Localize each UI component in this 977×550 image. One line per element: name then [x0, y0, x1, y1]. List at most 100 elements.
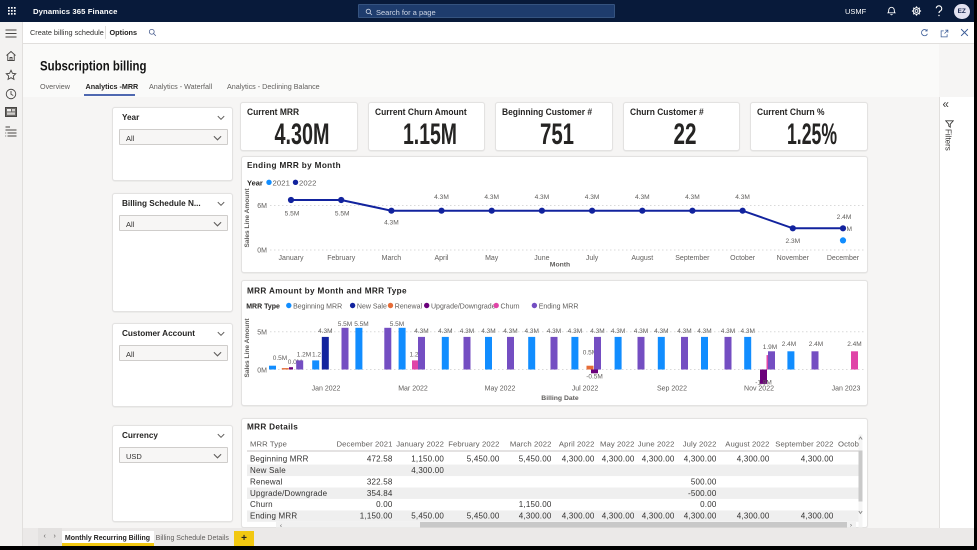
svg-text:4.3M: 4.3M: [547, 328, 561, 335]
svg-text:1.9M: 1.9M: [763, 344, 777, 351]
svg-text:July: July: [586, 255, 599, 262]
svg-text:-0.5M: -0.5M: [586, 374, 603, 381]
svg-text:2.4M: 2.4M: [809, 341, 823, 348]
svg-text:Sales Line Amount: Sales Line Amount: [244, 188, 251, 248]
svg-text:Sales Line Amount: Sales Line Amount: [244, 318, 251, 378]
svg-text:5.5M: 5.5M: [390, 321, 404, 328]
svg-text:April: April: [434, 255, 448, 262]
svg-text:500.00: 500.00: [691, 477, 717, 486]
svg-text:M: M: [847, 226, 853, 233]
svg-text:March: March: [382, 255, 402, 262]
svg-text:4.3M: 4.3M: [697, 328, 711, 335]
svg-text:4.3M: 4.3M: [611, 328, 625, 335]
svg-text:4,300.00: 4,300.00: [801, 511, 834, 520]
svg-text:Sep 2022: Sep 2022: [657, 386, 687, 393]
svg-text:0M: 0M: [257, 368, 267, 375]
svg-text:4.3M: 4.3M: [721, 328, 735, 335]
svg-text:2022: 2022: [299, 178, 317, 187]
svg-text:5M: 5M: [257, 330, 267, 337]
svg-text:-500.00: -500.00: [688, 488, 717, 497]
svg-text:2.3M: 2.3M: [785, 238, 800, 245]
svg-text:1.15M: 1.15M: [403, 118, 457, 148]
svg-text:1.2M: 1.2M: [297, 352, 311, 359]
svg-text:4,300.00: 4,300.00: [801, 454, 834, 463]
svg-text:Upgrade/Downgrade: Upgrade/Downgrade: [431, 303, 496, 310]
svg-text:5,450.00: 5,450.00: [519, 454, 552, 463]
svg-text:Ending MRR by Month: Ending MRR by Month: [247, 161, 341, 170]
svg-text:2021: 2021: [273, 178, 291, 187]
svg-text:January: January: [279, 255, 304, 262]
svg-text:September: September: [675, 255, 710, 262]
svg-text:Mar 2022: Mar 2022: [398, 386, 428, 393]
svg-text:4.3M: 4.3M: [677, 328, 691, 335]
svg-text:4.3M: 4.3M: [481, 328, 495, 335]
svg-text:February 2022: February 2022: [448, 439, 499, 448]
svg-text:4.3M: 4.3M: [460, 328, 474, 335]
svg-text:4.3M: 4.3M: [590, 328, 604, 335]
svg-text:4,300.00: 4,300.00: [519, 511, 552, 520]
svg-text:5,450.00: 5,450.00: [411, 511, 444, 520]
svg-text:1,150.00: 1,150.00: [411, 454, 444, 463]
svg-text:5.5M: 5.5M: [338, 321, 352, 328]
svg-text:August 2022: August 2022: [725, 439, 769, 448]
svg-text:5.5M: 5.5M: [285, 211, 300, 218]
svg-text:6M: 6M: [257, 203, 267, 210]
svg-text:June: June: [534, 255, 549, 262]
svg-text:4.30M: 4.30M: [275, 118, 330, 148]
svg-text:4,300.00: 4,300.00: [411, 465, 444, 474]
svg-text:4.3M: 4.3M: [634, 328, 648, 335]
svg-text:354.84: 354.84: [367, 488, 393, 497]
svg-text:May 2022: May 2022: [600, 439, 635, 448]
svg-text:4,300.00: 4,300.00: [562, 454, 595, 463]
svg-text:December: December: [827, 255, 860, 262]
svg-text:751: 751: [540, 118, 574, 148]
svg-text:4.3M: 4.3M: [685, 194, 700, 201]
svg-text:Jan 2022: Jan 2022: [312, 386, 341, 393]
svg-text:22: 22: [673, 118, 696, 148]
svg-text:4.3M: 4.3M: [568, 328, 582, 335]
svg-text:March 2022: March 2022: [510, 439, 552, 448]
svg-text:2.4M: 2.4M: [837, 214, 852, 221]
svg-text:New Sale: New Sale: [250, 465, 286, 474]
svg-text:0.5M: 0.5M: [273, 355, 287, 362]
svg-text:November: November: [777, 255, 810, 262]
svg-text:5,450.00: 5,450.00: [467, 454, 500, 463]
svg-text:4.3M: 4.3M: [484, 194, 499, 201]
svg-text:Month: Month: [550, 262, 570, 269]
svg-text:Beginning MRR: Beginning MRR: [250, 454, 309, 463]
svg-text:May: May: [485, 255, 499, 262]
svg-text:4,300.00: 4,300.00: [737, 454, 770, 463]
svg-text:4,300.00: 4,300.00: [642, 511, 675, 520]
svg-text:Renewal: Renewal: [250, 477, 283, 486]
svg-text:4.3M: 4.3M: [654, 328, 668, 335]
svg-text:February: February: [327, 255, 356, 262]
svg-text:4.3M: 4.3M: [740, 328, 754, 335]
svg-text:Upgrade/Downgrade: Upgrade/Downgrade: [250, 488, 328, 497]
svg-text:5.5M: 5.5M: [335, 211, 350, 218]
svg-text:June 2022: June 2022: [638, 439, 675, 448]
svg-text:4.3M: 4.3M: [503, 328, 517, 335]
svg-text:›: ›: [850, 522, 852, 528]
svg-text:Billing Date: Billing Date: [541, 395, 579, 402]
svg-text:MRR Amount by Month and MRR Ty: MRR Amount by Month and MRR Type: [247, 286, 407, 295]
svg-text:0.00: 0.00: [376, 500, 393, 509]
svg-text:4,300.00: 4,300.00: [684, 511, 717, 520]
svg-text:January 2022: January 2022: [396, 439, 444, 448]
svg-text:4,300.00: 4,300.00: [737, 511, 770, 520]
svg-text:1.25%: 1.25%: [787, 118, 837, 148]
svg-text:1.2: 1.2: [312, 352, 321, 359]
svg-text:Subscription billing: Subscription billing: [40, 59, 147, 74]
svg-text:4,300.00: 4,300.00: [602, 454, 635, 463]
svg-text:0.00: 0.00: [700, 500, 717, 509]
svg-text:MRR Details: MRR Details: [247, 422, 298, 431]
svg-text:4,300.00: 4,300.00: [602, 511, 635, 520]
svg-text:5.5M: 5.5M: [354, 321, 368, 328]
svg-text:May 2022: May 2022: [485, 386, 516, 393]
svg-text:Renewal: Renewal: [395, 303, 423, 310]
svg-text:MRR Type: MRR Type: [246, 303, 280, 310]
svg-text:4.3M: 4.3M: [438, 328, 452, 335]
svg-text:4.3M: 4.3M: [635, 194, 650, 201]
svg-text:1.2: 1.2: [409, 352, 418, 359]
svg-text:2.4M: 2.4M: [847, 341, 861, 348]
svg-text:Beginning MRR: Beginning MRR: [293, 303, 342, 310]
